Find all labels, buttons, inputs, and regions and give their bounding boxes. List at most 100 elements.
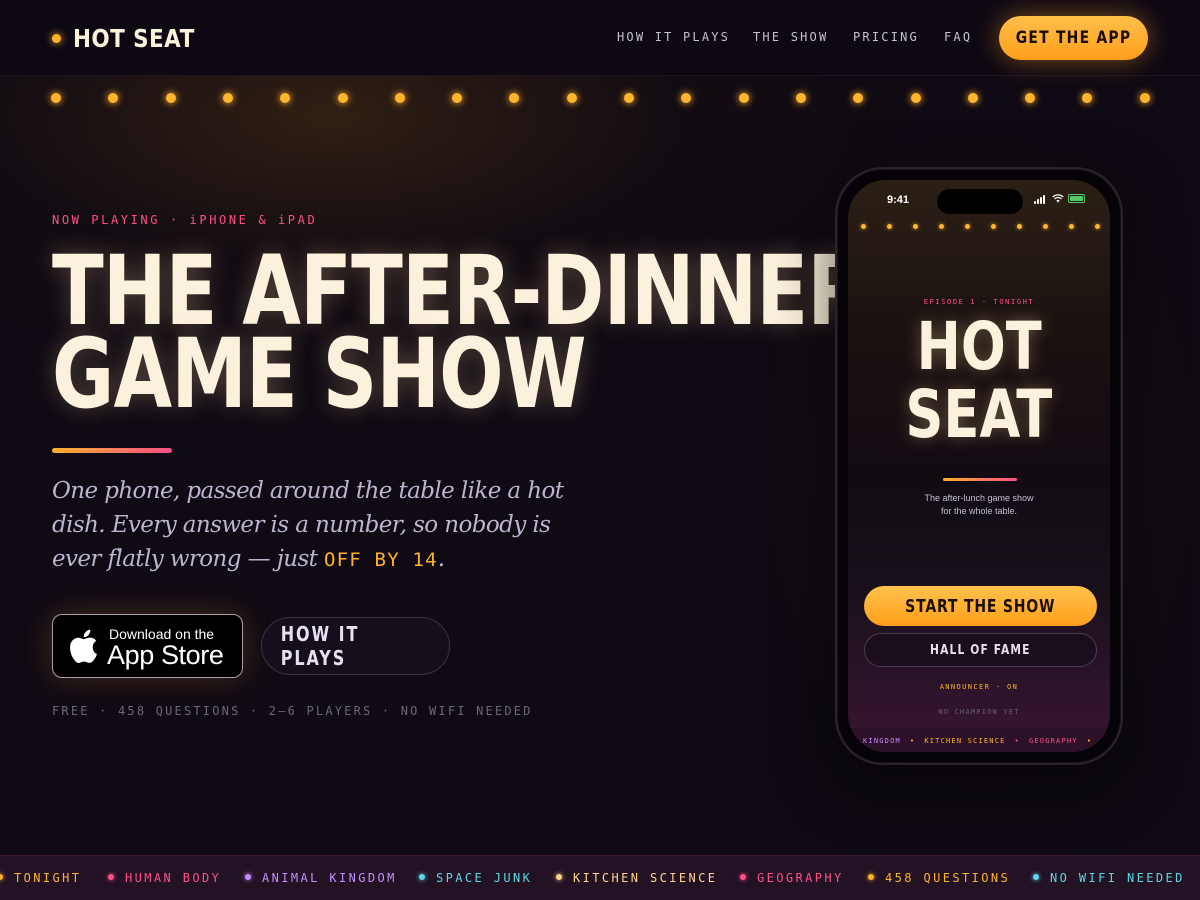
- hall-of-fame-label: HALL OF FAME: [930, 642, 1031, 658]
- phone-screen: 9:41 EPISODE 1 · TONIGHT HOT SEAT The af…: [848, 180, 1110, 752]
- dynamic-island: [937, 189, 1023, 214]
- marquee-bulb-icon: [566, 93, 577, 103]
- nav-link-how-it-plays[interactable]: HOW IT PLAYS: [617, 30, 730, 44]
- marquee-bulb-icon: [509, 93, 520, 103]
- marquee-lights: [0, 93, 1200, 105]
- marquee-bulb-icon: [452, 93, 463, 103]
- phone-marquee-bulb-icon: [887, 224, 892, 229]
- phone-ticker: KINGDOM • KITCHEN SCIENCE • GEOGRAPHY •: [848, 728, 1110, 752]
- marquee-bulb-icon: [280, 93, 291, 103]
- how-it-plays-button[interactable]: HOW IT PLAYS: [261, 617, 450, 675]
- hero-eyebrow: NOW PLAYING · iPHONE & iPAD: [52, 213, 318, 227]
- category-ticker: TONIGHT HUMAN BODY ANIMAL KINGDOM SPACE JUN…: [0, 855, 1200, 900]
- phone-marquee-bulb-icon: [965, 224, 970, 229]
- phone-title: HOT SEAT: [848, 313, 1110, 449]
- phone-marquee-bulb-icon: [1069, 224, 1074, 229]
- marquee-bulb-icon: [795, 93, 806, 103]
- signal-icon: [1043, 195, 1045, 204]
- phone-marquee-bulb-icon: [991, 224, 996, 229]
- how-it-plays-label: HOW IT PLAYS: [280, 622, 360, 670]
- hall-of-fame-button[interactable]: HALL OF FAME: [864, 633, 1097, 667]
- hero-lede: One phone, passed around the table like …: [52, 474, 572, 577]
- get-the-app-label: GET THE APP: [1015, 28, 1132, 48]
- phone-subtitle-line-2: for the whole table.: [940, 506, 1018, 516]
- phone-ticker-item: KINGDOM: [863, 737, 901, 745]
- app-store-button[interactable]: Download on the App Store: [52, 614, 243, 678]
- phone-title-line-2: SEAT: [905, 376, 1053, 453]
- marquee-bulb-icon: [394, 93, 405, 103]
- phone-mockup: 9:41 EPISODE 1 · TONIGHT HOT SEAT The af…: [835, 167, 1123, 765]
- marquee-bulb-icon: [1025, 93, 1036, 103]
- lede-end: .: [437, 546, 445, 572]
- marquee-bulb-icon: [738, 93, 749, 103]
- phone-marquee-bulb-icon: [861, 224, 866, 229]
- ticker-dot-icon: [0, 874, 3, 880]
- top-nav: HOT SEAT HOW IT PLAYS THE SHOW PRICING F…: [0, 0, 1200, 76]
- ticker-label: KITCHEN SCIENCE: [573, 871, 718, 885]
- headline-underline: [52, 448, 172, 453]
- phone-marquee-bulb-icon: [1017, 224, 1022, 229]
- nav-link-pricing[interactable]: PRICING: [853, 30, 919, 44]
- phone-marquee-bulb-icon: [939, 224, 944, 229]
- hero-stats: FREE · 458 QUESTIONS · 2–6 PLAYERS · NO …: [52, 704, 533, 718]
- start-the-show-button[interactable]: START THE SHOW: [864, 586, 1097, 626]
- phone-title-underline: [943, 478, 1017, 481]
- ticker-dot-icon: [556, 874, 562, 880]
- phone-marquee-bulb-icon: [1043, 224, 1048, 229]
- ticker-label: HUMAN BODY: [125, 871, 222, 885]
- get-the-app-button[interactable]: GET THE APP: [999, 16, 1148, 60]
- lede-highlight: OFF BY 14: [324, 549, 438, 571]
- marquee-bulb-icon: [853, 93, 864, 103]
- ticker-dot-icon: [1033, 874, 1039, 880]
- signal-icon: [1040, 197, 1042, 204]
- nav-link-the-show[interactable]: THE SHOW: [753, 30, 828, 44]
- nav-link-faq[interactable]: FAQ: [944, 30, 972, 44]
- status-icons: [1034, 194, 1090, 204]
- phone-marquee-bulb-icon: [913, 224, 918, 229]
- phone-ticker-item: •: [1086, 737, 1093, 745]
- marquee-bulb-icon: [108, 93, 119, 103]
- phone-eyebrow: EPISODE 1 · TONIGHT: [923, 298, 1035, 306]
- ticker-label: GEOGRAPHY: [757, 871, 844, 885]
- start-the-show-label: START THE SHOW: [905, 595, 1056, 617]
- phone-title-line-1: HOT: [916, 308, 1042, 385]
- marquee-bulb-icon: [337, 93, 348, 103]
- marquee-bulb-icon: [967, 93, 978, 103]
- ticker-label: TONIGHT: [14, 871, 82, 885]
- apple-icon: [70, 629, 97, 664]
- phone-subtitle: The after-lunch game show for the whole …: [848, 492, 1110, 518]
- signal-icon: [1034, 201, 1036, 204]
- ticker-dot-icon: [868, 874, 874, 880]
- ticker-label: SPACE JUNK: [436, 871, 533, 885]
- lede-text: One phone, passed around the table like …: [52, 478, 564, 572]
- marquee-bulb-icon: [222, 93, 233, 103]
- wifi-icon: [1052, 194, 1064, 203]
- announcer-toggle[interactable]: ANNOUNCER · ON: [848, 683, 1110, 691]
- phone-ticker-item: GEOGRAPHY: [1028, 737, 1078, 745]
- champion-status: NO CHAMPION YET: [938, 708, 1020, 716]
- battery-icon: [1068, 194, 1085, 203]
- marquee-bulb-icon: [910, 93, 921, 103]
- ticker-label: ANIMAL KINGDOM: [262, 871, 397, 885]
- ticker-dot-icon: [245, 874, 251, 880]
- status-time: 9:41: [887, 194, 910, 206]
- marquee-bulb-icon: [165, 93, 176, 103]
- headline-line-2: GAME SHOW: [52, 318, 587, 430]
- marquee-bulb-icon: [681, 93, 692, 103]
- hero-headline: THE AFTER-DINNER GAME SHOW: [52, 243, 866, 430]
- phone-ticker-item: KITCHEN SCIENCE: [924, 737, 1006, 745]
- signal-icon: [1037, 199, 1039, 204]
- app-store-big-label: App Store: [107, 640, 224, 670]
- ticker-label: 458 QUESTIONS: [885, 871, 1011, 885]
- marquee-bulb-icon: [1139, 93, 1150, 103]
- ticker-label: NO WIFI NEEDED: [1050, 871, 1185, 885]
- phone-marquee-bulb-icon: [1095, 224, 1100, 229]
- ticker-dot-icon: [419, 874, 425, 880]
- phone-ticker-row: KINGDOM • KITCHEN SCIENCE • GEOGRAPHY •: [863, 737, 1101, 745]
- marquee-bulb-icon: [624, 93, 634, 103]
- marquee-bulb-icon: [1082, 93, 1093, 103]
- phone-subtitle-line-1: The after-lunch game show: [924, 493, 1034, 503]
- ticker-dot-icon: [108, 874, 114, 880]
- phone-ticker-item: •: [909, 737, 916, 745]
- phone-marquee-lights: [848, 224, 1110, 232]
